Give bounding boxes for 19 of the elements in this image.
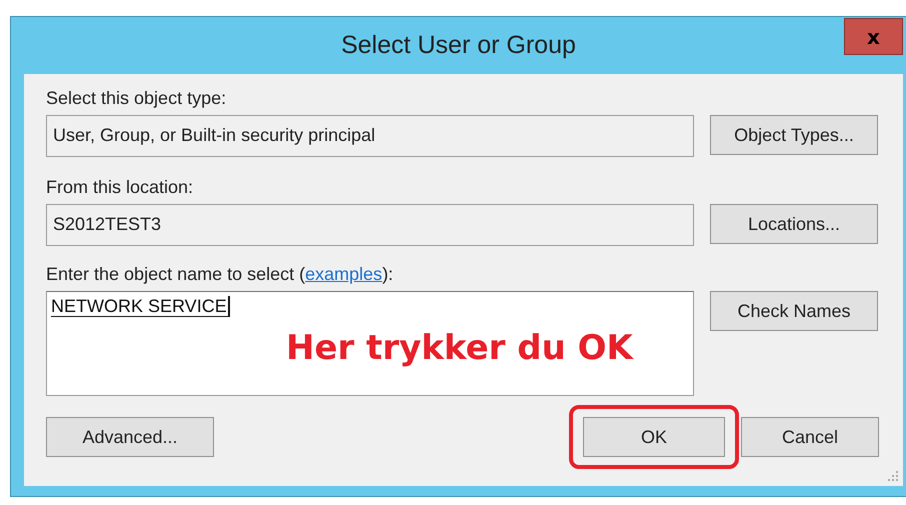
field-label: From this location: xyxy=(46,177,194,199)
dialog-button[interactable]: Advanced... xyxy=(46,417,214,457)
annotation-text: Her trykker du OK xyxy=(286,328,633,368)
window-title: Select User or Group xyxy=(341,31,576,60)
field-label: ): xyxy=(382,264,394,284)
object-type-field: User, Group, or Built-in security principal xyxy=(46,115,694,157)
dialog-button[interactable]: Cancel xyxy=(741,417,879,457)
resize-grip-icon[interactable] xyxy=(887,470,899,482)
input-text: NETWORK SERVICE xyxy=(51,296,230,317)
dialog-button[interactable]: OK xyxy=(583,417,725,457)
field-label: Enter the object name to select ( xyxy=(46,264,306,284)
check-names-button[interactable]: Check Names xyxy=(710,291,878,331)
object-types-button[interactable]: Object Types... xyxy=(710,115,878,155)
field-label: Select this object type: xyxy=(46,88,228,110)
examples-link[interactable]: examples xyxy=(305,264,382,284)
location-field: S2012TEST3 xyxy=(46,204,694,246)
locations-button[interactable]: Locations... xyxy=(710,204,878,244)
object-name-input[interactable]: NETWORK SERVICE Her trykker du OK xyxy=(46,291,694,396)
close-button[interactable]: x xyxy=(844,18,903,55)
